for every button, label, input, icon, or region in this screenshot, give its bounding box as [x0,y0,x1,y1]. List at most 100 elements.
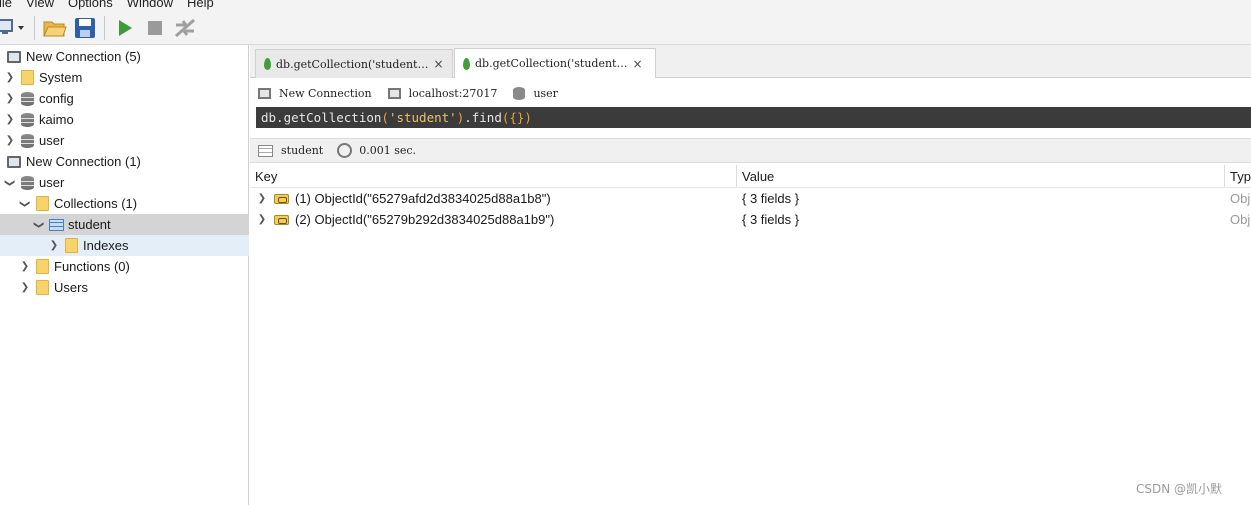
chevron-right-icon[interactable]: ❯ [19,282,31,294]
connection-tree: New Connection (5) ❯ System ❯ config ❯ k… [0,45,249,505]
tree-item-indexes[interactable]: ❯ Indexes [0,235,249,256]
query-prefix: db.getCollection [261,110,382,125]
stop-button[interactable] [142,15,168,41]
tree-item-label: New Connection (5) [26,49,141,64]
run-button[interactable] [112,15,138,41]
row-value: { 3 fields } [742,191,800,206]
menu-options[interactable]: Options [61,0,120,10]
database-icon [19,91,35,107]
tree-item-label: Users [54,280,88,295]
chevron-down-icon[interactable]: ❯ [4,177,16,189]
query-arg: 'student' [388,110,457,125]
tree-item-label: student [68,217,111,232]
save-button[interactable] [72,15,98,41]
result-status-bar: student 0.001 sec. [250,138,1251,163]
toolbar [0,12,1251,45]
mongodb-leaf-icon [264,58,271,70]
connection-name: New Connection [279,86,372,100]
tab-query-1[interactable]: db.getCollection('student… × [255,49,453,78]
connect-button[interactable] [0,15,28,41]
tree-item-label: user [39,175,65,190]
tree-item-kaimo[interactable]: ❯ kaimo [0,109,249,130]
tab-label: db.getCollection('student… [276,57,429,71]
tree-item-users[interactable]: ❯ Users [0,277,249,298]
row-key: ❯ (2) ObjectId("65279b292d3834025d88a1b9… [256,209,555,230]
info-host: localhost:27017 [387,86,498,100]
column-key-label: Key [255,168,278,184]
tree-item-config[interactable]: ❯ config [0,88,249,109]
row-key-text: (1) ObjectId("65279afd2d3834025d88a1b8") [295,191,551,206]
tree-item-label: kaimo [39,112,74,127]
chevron-down-icon[interactable]: ❯ [33,219,45,231]
format-icon [175,18,195,38]
query-paren-close: ) [456,110,465,125]
chevron-right-icon[interactable]: ❯ [256,193,268,205]
table-row[interactable]: ❯ (2) ObjectId("65279b292d3834025d88a1b9… [250,209,1251,230]
result-collection: student [281,144,324,157]
chevron-right-icon[interactable]: ❯ [4,114,16,126]
menu-file[interactable]: ile [0,0,19,10]
column-header-value[interactable]: Value [737,165,1225,187]
chevron-right-icon[interactable]: ❯ [19,261,31,273]
close-icon[interactable]: × [632,57,642,71]
row-key: ❯ (1) ObjectId("65279afd2d3834025d88a1b8… [256,188,551,209]
tree-item-connection-2[interactable]: New Connection (1) [0,151,249,172]
server-icon [387,87,401,99]
query-args: ({}) [501,110,532,125]
row-type: Obj [1230,212,1251,227]
tree-item-label: Collections (1) [54,196,138,211]
chevron-right-icon[interactable]: ❯ [48,240,60,252]
database-name: user [533,86,558,100]
tree-item-user-db[interactable]: ❯ user [0,172,249,193]
row-value: { 3 fields } [742,212,800,227]
table-icon [258,144,273,157]
row-key-text: (2) ObjectId("65279b292d3834025d88a1b9") [295,212,555,227]
tree-item-label: Functions (0) [54,259,130,274]
monitor-icon [6,49,22,65]
document-icon [274,193,289,204]
column-header-type[interactable]: Typ [1225,165,1251,187]
chevron-down-icon[interactable]: ❯ [19,198,31,210]
collection-icon [48,217,64,233]
column-header-key[interactable]: Key [250,165,737,187]
chevron-right-icon[interactable]: ❯ [4,135,16,147]
host-address: localhost:27017 [408,86,498,100]
database-icon [19,133,35,149]
folder-icon [63,238,79,254]
tree-item-system[interactable]: ❯ System [0,67,249,88]
play-icon [119,20,132,36]
toolbar-separator [34,16,35,40]
menu-help[interactable]: Help [180,0,221,10]
query-method: .find [464,110,502,125]
menu-bar: ile View Options Window Help [0,0,1251,12]
monitor-icon [258,87,271,99]
save-icon [75,18,95,38]
database-icon [513,86,526,100]
menu-window[interactable]: Window [120,0,180,10]
tree-item-label: System [39,70,83,85]
chevron-right-icon[interactable]: ❯ [4,72,16,84]
query-editor[interactable]: db.getCollection('student') .find({}) [256,107,1251,128]
chevron-right-icon[interactable]: ❯ [256,214,268,226]
chevron-right-icon[interactable]: ❯ [4,93,16,105]
tree-item-collections[interactable]: ❯ Collections (1) [0,193,249,214]
mongodb-leaf-icon [463,57,470,70]
format-button[interactable] [172,15,198,41]
folder-icon [19,70,35,86]
tab-query-2[interactable]: db.getCollection('student… × [454,48,656,78]
document-icon [274,214,289,225]
tree-item-user[interactable]: ❯ user [0,130,249,151]
tree-item-connection-1[interactable]: New Connection (5) [0,46,249,67]
tree-item-label: New Connection (1) [26,154,141,169]
menu-view[interactable]: View [19,0,61,10]
monitor-icon [6,154,22,170]
close-icon[interactable]: × [433,57,443,71]
stop-icon [148,21,162,35]
tree-item-functions[interactable]: ❯ Functions (0) [0,256,249,277]
tree-item-label: user [39,133,65,148]
table-row[interactable]: ❯ (1) ObjectId("65279afd2d3834025d88a1b8… [250,188,1251,209]
toolbar-separator [104,16,105,40]
tree-item-student[interactable]: ❯ student [0,214,249,235]
query-paren-open: ( [381,110,389,125]
open-button[interactable] [42,15,68,41]
